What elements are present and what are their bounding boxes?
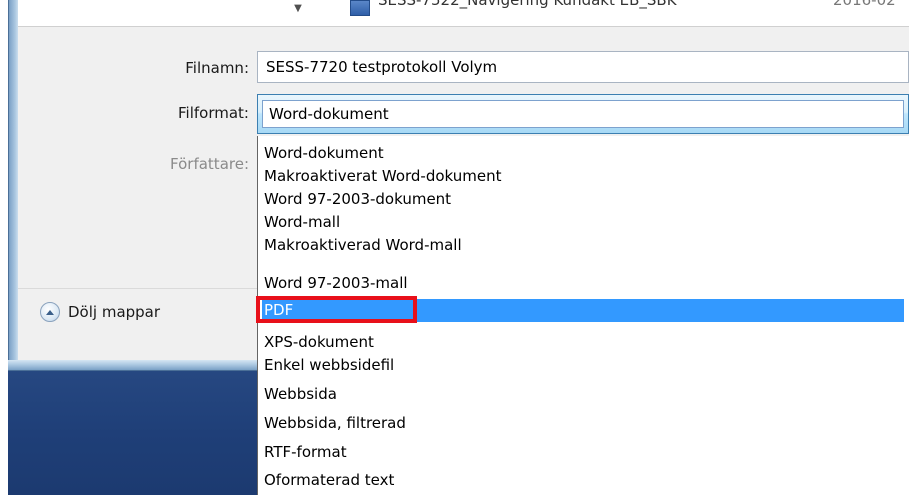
format-option-rtf[interactable]: RTF-format [262,441,904,464]
file-list-row[interactable]: ▼ SESS-7522_Navigering Kundakt EB_SBK 20… [18,0,909,27]
format-option-word-97-2003-document[interactable]: Word 97-2003-dokument [262,188,904,211]
format-option-macro-word-template[interactable]: Makroaktiverad Word-mall [262,234,904,257]
format-option-plain-text[interactable]: Oformaterad text [262,469,904,492]
format-option-word-template[interactable]: Word-mall [262,211,904,234]
format-option-word-document[interactable]: Word-dokument [262,142,904,165]
format-select-value-box[interactable]: Word-dokument [262,100,904,128]
file-date: 2016-02 [833,0,896,9]
format-option-xps-document[interactable]: XPS-dokument [262,331,904,354]
format-select[interactable]: Word-dokument [257,94,909,134]
filename-input[interactable]: SESS-7720 testprotokoll Volym [257,51,909,83]
hide-folders-label: Dölj mappar [68,303,161,321]
scroll-down-arrow-icon[interactable]: ▼ [290,0,306,18]
screen-edge [0,0,8,495]
collapse-up-icon [40,302,60,322]
hide-folders-button[interactable]: Dölj mappar [40,300,160,324]
word-document-icon [350,0,370,16]
format-option-single-web-page[interactable]: Enkel webbsidefil [262,354,904,377]
file-name[interactable]: SESS-7522_Navigering Kundakt EB_SBK [378,0,677,9]
author-label: Författare: [170,155,249,173]
filename-value: SESS-7720 testprotokoll Volym [266,58,498,76]
pdf-highlight-annotation [256,296,417,323]
format-label: Filformat: [178,104,249,122]
filename-label: Filnamn: [185,59,249,77]
format-select-value: Word-dokument [269,105,389,123]
format-option-word-97-2003-template[interactable]: Word 97-2003-mall [262,276,904,291]
format-option-macro-word-document[interactable]: Makroaktiverat Word-dokument [262,165,904,188]
format-option-web-page-filtered[interactable]: Webbsida, filtrerad [262,412,904,435]
format-option-web-page[interactable]: Webbsida [262,383,904,406]
